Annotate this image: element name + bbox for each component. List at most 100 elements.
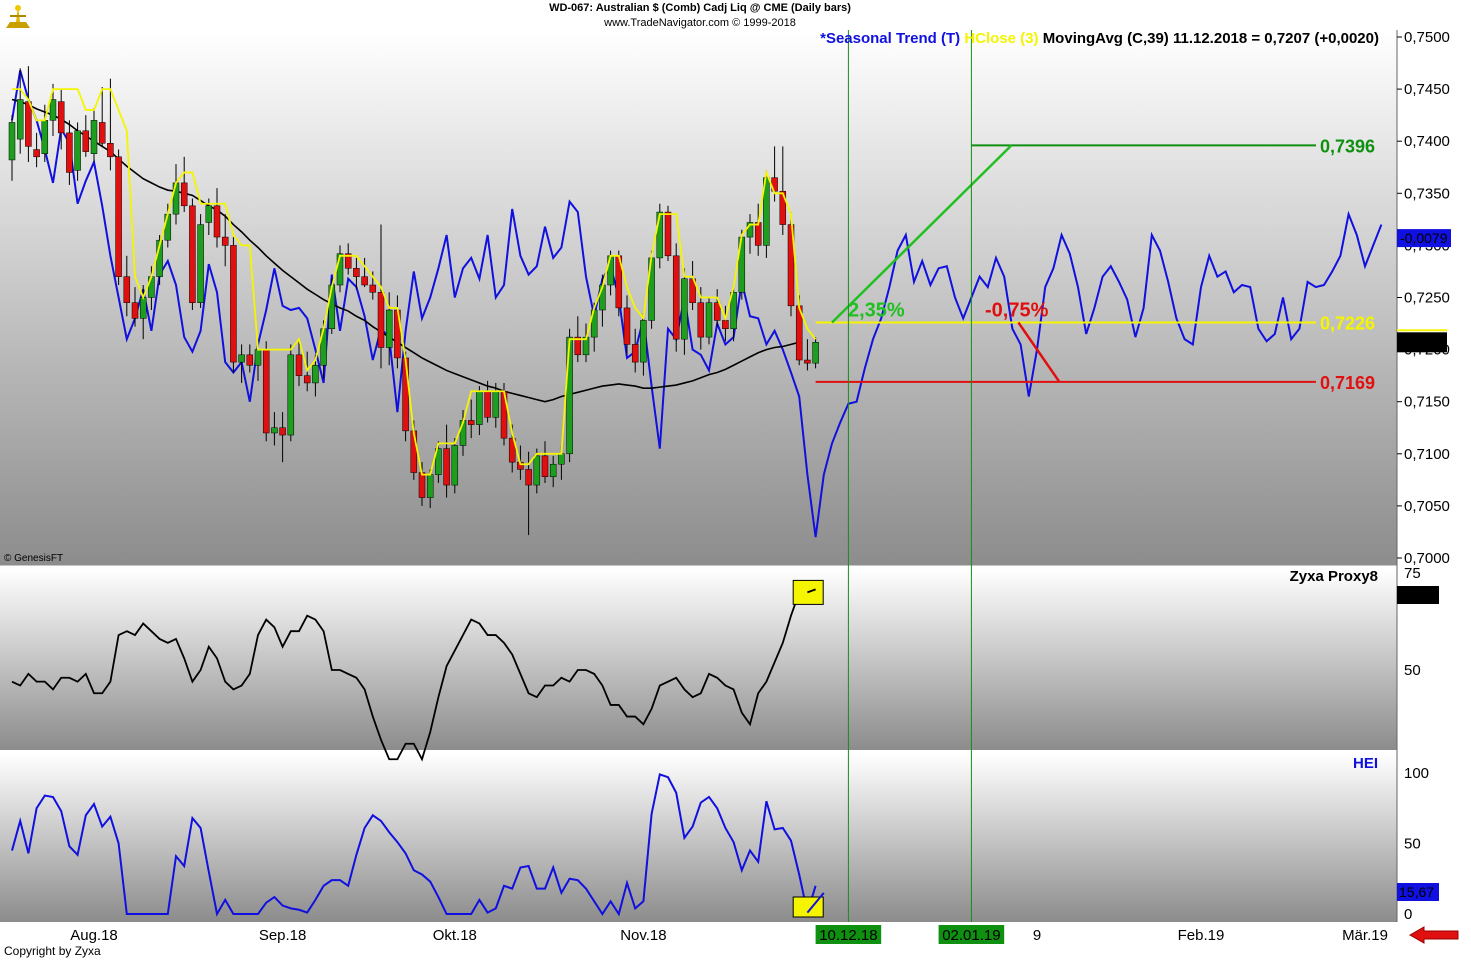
y-tick-label-price: 0,7250 [1404, 290, 1450, 307]
candle-body [656, 211, 664, 259]
candle-body [705, 302, 713, 338]
y-tick-label-price: 0,7150 [1404, 394, 1450, 411]
genesis-source: © GenesisFT [4, 553, 64, 564]
candle-body [664, 211, 672, 257]
candle-body [672, 255, 680, 340]
candle-body [722, 320, 729, 330]
candle-body [33, 149, 40, 158]
legend-seasonal: *Seasonal Trend (T) [820, 30, 961, 47]
legend-hclose: HClose (3) [964, 30, 1039, 47]
candle-body [279, 427, 286, 436]
candle-body [467, 420, 475, 425]
target-label-2: 0,7169 [1320, 373, 1375, 393]
y-tick-label-hei: 0 [1404, 906, 1412, 923]
candle-body [303, 375, 311, 384]
y-tick-label-proxy: 50 [1404, 662, 1421, 679]
y-tick-label-price: 0,7050 [1404, 498, 1450, 515]
candle-body [476, 391, 483, 425]
y-tick-label-price: 0,7350 [1404, 185, 1450, 202]
candle-body [115, 156, 122, 277]
candle-body [426, 474, 434, 498]
hei-title: HEI [1353, 755, 1378, 772]
candle-body [189, 205, 196, 303]
candle-body [197, 224, 204, 303]
candle-body [25, 101, 32, 147]
x-tick-label: Mär.19 [1342, 927, 1388, 944]
candle-body [107, 143, 114, 158]
candle-body [418, 472, 426, 498]
x-tick-label: Sep.18 [259, 927, 307, 944]
candle-body [558, 453, 565, 465]
candle-body [213, 205, 221, 238]
candle-body [804, 359, 811, 364]
zyxa-proxy-title: Zyxa Proxy8 [1290, 568, 1378, 585]
candle-body [369, 284, 377, 293]
y-tick-label-proxy: 75 [1404, 565, 1421, 582]
candle-body [271, 427, 278, 434]
chart-canvas: 0,7396 0,7226 0,7169 2,35% -0,75% Zyxa Proxy… [0, 29, 1451, 944]
candle-body [8, 122, 16, 161]
candle-body [812, 342, 819, 364]
candle-body [90, 120, 98, 154]
candle-body [402, 357, 409, 432]
y-tick-label-price: 0,7450 [1404, 81, 1450, 98]
price-panel-bg [0, 30, 1397, 567]
candle-body [295, 354, 303, 376]
candle-body [16, 99, 24, 140]
candle-body [754, 222, 762, 246]
y-tick-label-price: 0,7400 [1404, 133, 1450, 150]
legend-movingavg: MovingAvg (C,39) 11.12.2018 = 0,7207 (+0… [1042, 30, 1379, 47]
candle-body [443, 448, 450, 486]
candle-body [566, 336, 573, 455]
candle-body [541, 455, 549, 477]
candle-body [713, 302, 721, 321]
candle-body [82, 130, 90, 152]
target-label-0: 0,7396 [1320, 136, 1375, 156]
candle-body [631, 344, 639, 363]
red-left-arrow-icon[interactable] [1408, 925, 1460, 945]
candle-body [353, 268, 360, 277]
x-tick-label: Okt.18 [433, 927, 477, 944]
hei-value-label: 15,67 [1399, 884, 1434, 900]
date-marker-label-0: 10.12.18 [819, 927, 877, 944]
candle-body [262, 349, 270, 434]
annotation-up-pct: 2,35% [848, 300, 905, 322]
candle-body [697, 302, 705, 338]
candle-body [164, 213, 172, 241]
candle-body [41, 120, 49, 154]
candle-body [525, 469, 532, 486]
candle-body [533, 455, 541, 486]
seasonal-value-label: -0,0079 [1400, 230, 1448, 246]
date-marker-label-1: 02.01.19 [942, 927, 1000, 944]
candle-body [131, 302, 139, 319]
candle-body [607, 255, 614, 286]
hei-panel-bg [0, 754, 1397, 922]
candle-body [123, 276, 131, 303]
candle-body [312, 364, 319, 384]
candle-body [139, 297, 147, 319]
annotation-down-pct: -0,75% [985, 300, 1049, 322]
candle-body [377, 292, 385, 348]
chart-header-title: WD-067: Australian $ (Comb) Cadj Liq @ C… [549, 2, 851, 14]
candle-body [451, 445, 459, 486]
candle-body [238, 354, 245, 363]
candle-body [640, 320, 647, 363]
candle-body [98, 122, 106, 144]
candle-body [205, 205, 213, 223]
x-tick-label: 9 [1033, 927, 1041, 944]
y-tick-label-price: 0,7500 [1404, 29, 1450, 46]
candle-body [681, 278, 688, 340]
proxy-value-label: 69,14 [1399, 587, 1434, 603]
candle-body [254, 349, 262, 366]
candle-body [66, 132, 73, 173]
legend: *Seasonal Trend (T) HClose (3) MovingAvg… [820, 30, 1379, 47]
candle-body [221, 236, 229, 246]
y-tick-label-hei: 100 [1404, 765, 1429, 782]
candle-body [549, 463, 557, 477]
y-tick-label-hei: 50 [1404, 836, 1421, 853]
y-tick-label-price: 0,7100 [1404, 446, 1450, 463]
chart-header-source: www.TradeNavigator.com © 1999-2018 [604, 17, 796, 29]
candle-body [57, 101, 65, 134]
candle-body [230, 245, 237, 363]
candle-body [623, 307, 631, 345]
